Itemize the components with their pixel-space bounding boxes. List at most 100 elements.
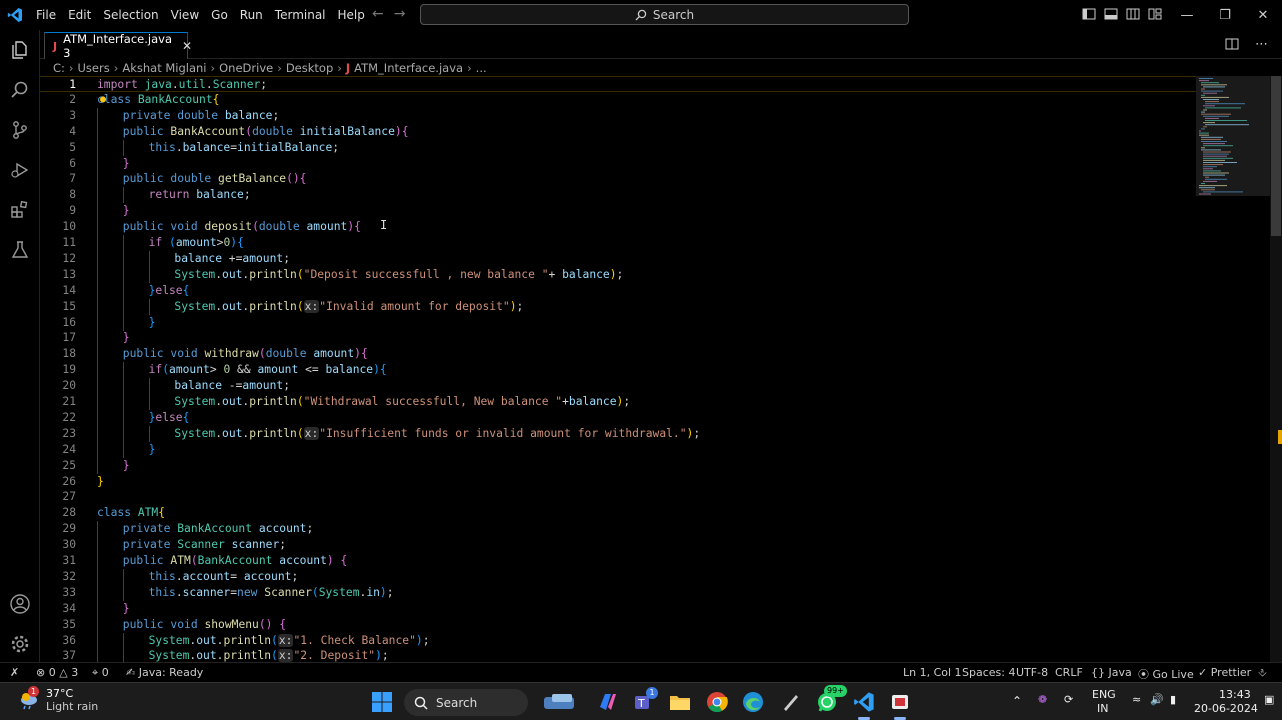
code-line[interactable]: 16}: [40, 314, 1230, 331]
language-top[interactable]: ENG: [1092, 688, 1116, 701]
code-line[interactable]: 22}else{: [40, 409, 1230, 426]
go-live-button[interactable]: ⦿ Go Live: [1138, 666, 1194, 682]
language-mode[interactable]: {} Java: [1091, 666, 1132, 679]
remote-indicator-icon[interactable]: ✗: [10, 666, 19, 679]
code-line[interactable]: 6}: [40, 155, 1230, 172]
end-of-line[interactable]: CRLF: [1055, 666, 1083, 679]
tray-app-icon[interactable]: ❁: [1038, 693, 1047, 706]
notifications-bell-icon[interactable]: ⎀: [1258, 666, 1267, 680]
clock-time[interactable]: 13:43: [1219, 688, 1251, 701]
code-line[interactable]: 12 balance +=amount;: [40, 250, 1230, 267]
code-line[interactable]: 8 return balance;: [40, 187, 1230, 204]
breadcrumb-item[interactable]: Desktop: [286, 61, 333, 75]
code-line[interactable]: 25}: [40, 457, 1230, 474]
code-line[interactable]: 33 this.scanner=new Scanner(System.in);: [40, 584, 1230, 601]
chevron-up-icon[interactable]: ⌃: [1012, 694, 1022, 708]
code-line[interactable]: 23 System.out.println(x:"Insufficient fun…: [40, 425, 1230, 442]
menu-terminal[interactable]: Terminal: [269, 0, 332, 30]
accounts-icon[interactable]: [8, 592, 32, 616]
code-line[interactable]: 24}: [40, 441, 1230, 458]
file-explorer-icon[interactable]: [669, 691, 691, 713]
breadcrumb-item[interactable]: ...: [476, 61, 487, 75]
minimap[interactable]: [1196, 76, 1270, 662]
menu-selection[interactable]: Selection: [97, 0, 164, 30]
source-control-icon[interactable]: [8, 118, 32, 142]
forward-arrow-icon[interactable]: →: [394, 6, 406, 22]
customize-layout-icon[interactable]: [1148, 7, 1162, 21]
breadcrumb-item[interactable]: ATM_Interface.java: [354, 61, 463, 75]
breadcrumb-item[interactable]: Users: [78, 61, 110, 75]
split-editor-icon[interactable]: [1225, 37, 1239, 51]
toggle-panel-icon[interactable]: [1104, 7, 1118, 21]
taskbar-search[interactable]: Search: [404, 689, 528, 716]
settings-gear-icon[interactable]: [8, 632, 32, 656]
menu-help[interactable]: Help: [332, 0, 371, 30]
encoding[interactable]: UTF-8: [1016, 666, 1048, 679]
indentation[interactable]: Spaces: 4: [962, 666, 1015, 679]
sync-icon[interactable]: ⟳: [1064, 693, 1073, 706]
code-line[interactable]: 37 System.out.println(x:"2. Deposit");: [40, 648, 1230, 662]
explorer-icon[interactable]: [8, 38, 32, 62]
lightbulb-icon[interactable]: ●: [100, 92, 106, 108]
code-line[interactable]: 36 System.out.println(x:"1. Check Balance…: [40, 632, 1230, 649]
code-line[interactable]: 18 public void withdraw(double amount){: [40, 346, 1230, 363]
toggle-primary-sidebar-icon[interactable]: [1082, 7, 1096, 21]
code-line[interactable]: 17}: [40, 330, 1230, 347]
close-tab-icon[interactable]: ✕: [182, 39, 192, 53]
breadcrumb-item[interactable]: C:: [53, 61, 65, 75]
java-status[interactable]: ✍ Java: Ready: [126, 666, 203, 679]
menu-go[interactable]: Go: [205, 0, 234, 30]
chrome-icon[interactable]: [706, 691, 728, 713]
code-line[interactable]: 13 System.out.println("Deposit successful…: [40, 266, 1230, 283]
code-line[interactable]: 1 import java.util.Scanner;: [40, 76, 1230, 92]
copilot-icon[interactable]: [596, 691, 618, 713]
battery-icon[interactable]: ▮: [1170, 693, 1176, 706]
breadcrumb-item[interactable]: OneDrive: [219, 61, 273, 75]
code-line[interactable]: 14}else{: [40, 282, 1230, 299]
menu-view[interactable]: View: [165, 0, 205, 30]
code-line[interactable]: 9}: [40, 203, 1230, 220]
code-line[interactable]: 29 private BankAccount account;: [40, 521, 1230, 538]
vscode-taskbar-icon[interactable]: [853, 691, 875, 720]
code-line[interactable]: 28 class ATM{: [40, 505, 1230, 521]
snipping-tool-icon[interactable]: [889, 691, 911, 720]
code-line[interactable]: 21 System.out.println("Withdrawal success…: [40, 394, 1230, 410]
code-line[interactable]: 3 private double balance;: [40, 107, 1230, 124]
cursor-position[interactable]: Ln 1, Col 1: [903, 666, 962, 679]
minimap-viewport[interactable]: [1196, 76, 1270, 196]
code-line[interactable]: 20 balance -=amount;: [40, 378, 1230, 395]
more-actions-icon[interactable]: ⋯: [1255, 37, 1268, 52]
run-debug-icon[interactable]: [8, 158, 32, 182]
code-line[interactable]: 2 class BankAccount{●: [40, 92, 1230, 108]
problems-indicator[interactable]: ⊗ 0 △ 3: [36, 666, 78, 679]
code-line[interactable]: 11 if (amount>0){: [40, 235, 1230, 251]
whatsapp-icon[interactable]: 99+: [816, 685, 847, 713]
search-highlight-icon[interactable]: [540, 691, 580, 713]
ports-indicator[interactable]: ⌖ 0: [92, 666, 109, 680]
volume-icon[interactable]: 🔊: [1150, 693, 1164, 706]
weather-widget[interactable]: 1 37°C Light rain: [18, 686, 98, 713]
close-window-icon[interactable]: ✕: [1244, 0, 1282, 30]
code-line[interactable]: 15 System.out.println(x:"Invalid amount f…: [40, 298, 1230, 315]
tab-atm-interface[interactable]: J ATM_Interface.java 3 ✕: [44, 32, 192, 60]
breadcrumb-item[interactable]: Akshat Miglani: [122, 61, 206, 75]
prettier-status[interactable]: ✓ Prettier: [1198, 666, 1251, 679]
code-line[interactable]: 32 this.account= account;: [40, 568, 1230, 585]
toggle-secondary-sidebar-icon[interactable]: [1126, 7, 1140, 21]
code-line[interactable]: 26}: [40, 474, 1230, 490]
pen-app-icon[interactable]: [780, 691, 802, 713]
code-line[interactable]: 10 public void deposit(double amount){: [40, 219, 1230, 236]
language-bottom[interactable]: IN: [1097, 702, 1108, 715]
teams-icon[interactable]: T 1: [633, 687, 658, 713]
code-line[interactable]: 27: [40, 489, 1230, 505]
code-line[interactable]: 19 if(amount> 0 && amount <= balance){: [40, 362, 1230, 379]
code-line[interactable]: 7 public double getBalance(){: [40, 171, 1230, 188]
notification-center-icon[interactable]: ▣: [1264, 693, 1274, 706]
extensions-icon[interactable]: [8, 198, 32, 222]
edge-icon[interactable]: [742, 691, 764, 713]
code-line[interactable]: 30 private Scanner scanner;: [40, 537, 1230, 554]
menu-edit[interactable]: Edit: [62, 0, 97, 30]
minimize-icon[interactable]: —: [1168, 0, 1206, 30]
scrollbar-thumb[interactable]: [1271, 76, 1281, 236]
code-editor[interactable]: 1 import java.util.Scanner; 2 class BankAcc…: [40, 76, 1282, 662]
